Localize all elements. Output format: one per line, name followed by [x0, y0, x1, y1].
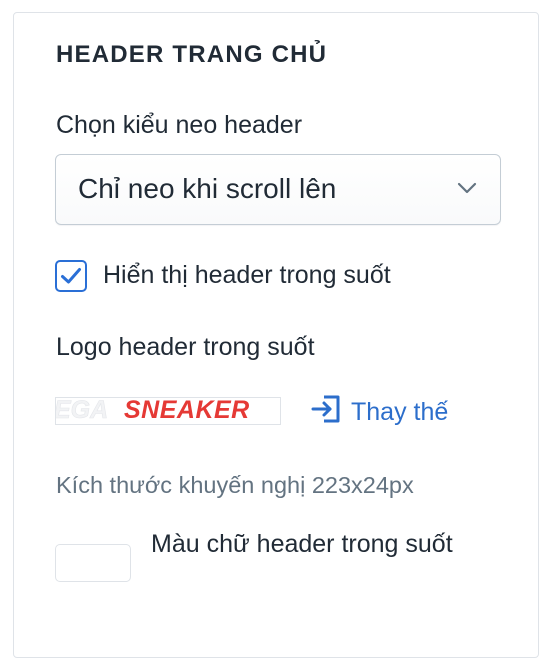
- transparent-header-checkbox[interactable]: [55, 260, 87, 292]
- logo-text-faded: EGA: [55, 397, 109, 424]
- sticky-style-value: Chỉ neo khi scroll lên: [78, 173, 337, 204]
- sticky-style-select[interactable]: Chỉ neo khi scroll lên: [55, 154, 501, 225]
- section-title: HEADER TRANG CHỦ: [56, 41, 328, 68]
- logo-text: SNEAKER: [124, 397, 250, 424]
- transparent-logo-label: Logo header trong suốt: [56, 333, 315, 361]
- logo-size-hint: Kích thước khuyến nghị 223x24px: [56, 472, 414, 498]
- header-text-color-label: Màu chữ header trong suốt: [151, 530, 453, 558]
- replace-logo-button[interactable]: Thay thế: [311, 394, 448, 430]
- replace-icon: [311, 393, 351, 432]
- header-text-color-swatch[interactable]: [55, 544, 131, 582]
- sticky-style-label: Chọn kiểu neo header: [56, 111, 303, 139]
- transparent-logo-image: EGA SNEAKER: [55, 397, 281, 425]
- chevron-down-icon: [456, 177, 478, 199]
- replace-logo-label: Thay thế: [351, 397, 449, 426]
- settings-panel: HEADER TRANG CHỦ Chọn kiểu neo header Ch…: [13, 12, 539, 658]
- transparent-header-checkbox-label[interactable]: Hiển thị header trong suốt: [103, 261, 391, 290]
